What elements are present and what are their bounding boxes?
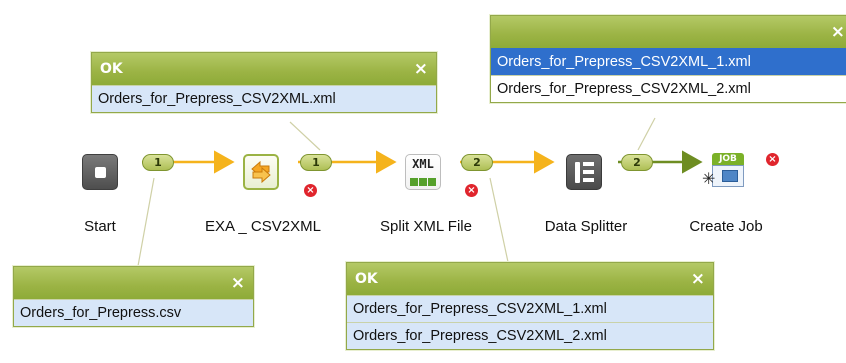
- panel-top-left: OK × Orders_for_Prepress_CSV2XML.xml: [91, 52, 437, 113]
- exchange-arrows-icon[interactable]: [243, 154, 279, 190]
- callout-line-bottom-left: [137, 177, 155, 267]
- callout-line-bottom-middle: [489, 177, 509, 263]
- error-x-icon[interactable]: ×: [766, 153, 779, 166]
- error-x-icon[interactable]: ×: [465, 184, 478, 197]
- count-badge-split-splitter[interactable]: 2: [461, 154, 493, 171]
- panel-header: ×: [14, 267, 253, 299]
- stop-square-icon[interactable]: [82, 154, 118, 190]
- file-row[interactable]: Orders_for_Prepress_CSV2XML_2.xml: [347, 322, 713, 349]
- callout-line-top-left: [289, 121, 321, 151]
- node-label-exa: EXA _ CSV2XML: [205, 218, 321, 235]
- file-row[interactable]: Orders_for_Prepress_CSV2XML_1.xml: [347, 295, 713, 322]
- panel-title: OK: [355, 271, 378, 287]
- panel-bottom-left: × Orders_for_Prepress.csv: [13, 266, 254, 327]
- count-badge-splitter-job[interactable]: 2: [621, 154, 653, 171]
- data-splitter-icon[interactable]: [566, 154, 602, 190]
- file-row[interactable]: Orders_for_Prepress_CSV2XML.xml: [92, 85, 436, 112]
- file-row[interactable]: Orders_for_Prepress.csv: [14, 299, 253, 326]
- panel-bottom-middle: OK × Orders_for_Prepress_CSV2XML_1.xml O…: [346, 262, 714, 350]
- panel-header: ×: [491, 16, 846, 48]
- node-label-job: Create Job: [689, 218, 763, 235]
- node-label-split: Split XML File: [380, 218, 472, 235]
- panel-header: OK ×: [92, 53, 436, 85]
- count-badge-start-exa[interactable]: 1: [142, 154, 174, 171]
- panel-header: OK ×: [347, 263, 713, 295]
- file-row[interactable]: Orders_for_Prepress_CSV2XML_2.xml: [491, 75, 846, 102]
- callout-line-top-right: [637, 117, 656, 151]
- panel-title: OK: [100, 61, 123, 77]
- flow-canvas: OK × Orders_for_Prepress_CSV2XML.xml × O…: [0, 0, 846, 363]
- panel-top-right: × Orders_for_Prepress_CSV2XML_1.xml Orde…: [490, 15, 846, 103]
- close-icon[interactable]: ×: [831, 23, 845, 41]
- xml-split-icon[interactable]: XML: [405, 154, 441, 190]
- node-label-splitter: Data Splitter: [544, 218, 628, 235]
- count-badge-exa-split[interactable]: 1: [300, 154, 332, 171]
- close-icon[interactable]: ×: [414, 60, 428, 78]
- job-tag: JOB: [712, 153, 744, 165]
- file-row[interactable]: Orders_for_Prepress_CSV2XML_1.xml: [491, 48, 846, 75]
- xml-label: XML: [412, 157, 434, 171]
- node-label-start: Start: [84, 218, 116, 235]
- close-icon[interactable]: ×: [231, 274, 245, 292]
- error-x-icon[interactable]: ×: [304, 184, 317, 197]
- close-icon[interactable]: ×: [691, 270, 705, 288]
- job-folder-icon[interactable]: JOB ✳: [702, 153, 748, 189]
